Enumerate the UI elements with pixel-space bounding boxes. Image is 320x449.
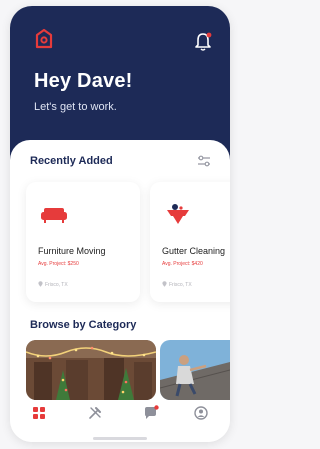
service-card-furniture-moving[interactable]: Furniture Moving Avg. Project: $250 Fris…	[26, 182, 140, 302]
roofing-image	[160, 340, 230, 400]
logo-icon[interactable]	[34, 28, 54, 50]
home-indicator	[93, 437, 147, 440]
gutter-cleaning-icon	[167, 204, 189, 224]
browse-by-category-title: Browse by Category	[30, 319, 137, 331]
category-holiday-decor[interactable]	[26, 340, 156, 400]
location-text: Frisco, TX	[45, 282, 68, 288]
service-price: Avg. Project: $250	[38, 261, 79, 267]
service-name: Gutter Cleaning	[162, 246, 226, 256]
profile-icon[interactable]	[193, 405, 209, 421]
app-screen: Hey Dave! Let's get to work. Recently Ad…	[10, 6, 230, 442]
notification-bell-icon[interactable]	[193, 31, 213, 53]
location-pin-icon	[38, 281, 43, 287]
recently-added-title: Recently Added	[30, 155, 113, 167]
filter-icon[interactable]	[197, 155, 211, 167]
holiday-decor-image	[26, 340, 156, 400]
greeting-subtitle: Let's get to work.	[34, 101, 117, 113]
category-roofing[interactable]	[160, 340, 230, 400]
service-location: Frisco, TX	[38, 281, 68, 288]
sofa-icon	[41, 208, 67, 223]
service-price: Avg. Project: $420	[162, 261, 203, 267]
service-location: Frisco, TX	[162, 281, 192, 288]
tools-icon[interactable]	[87, 405, 103, 421]
service-name: Furniture Moving	[38, 246, 106, 256]
location-text: Frisco, TX	[169, 282, 192, 288]
location-pin-icon	[162, 281, 167, 287]
messages-icon[interactable]	[143, 405, 159, 421]
home-icon[interactable]	[31, 405, 47, 421]
service-card-gutter-cleaning[interactable]: Gutter Cleaning Avg. Project: $420 Frisc…	[150, 182, 230, 302]
bottom-tab-bar	[10, 401, 230, 431]
greeting-title: Hey Dave!	[34, 70, 133, 92]
